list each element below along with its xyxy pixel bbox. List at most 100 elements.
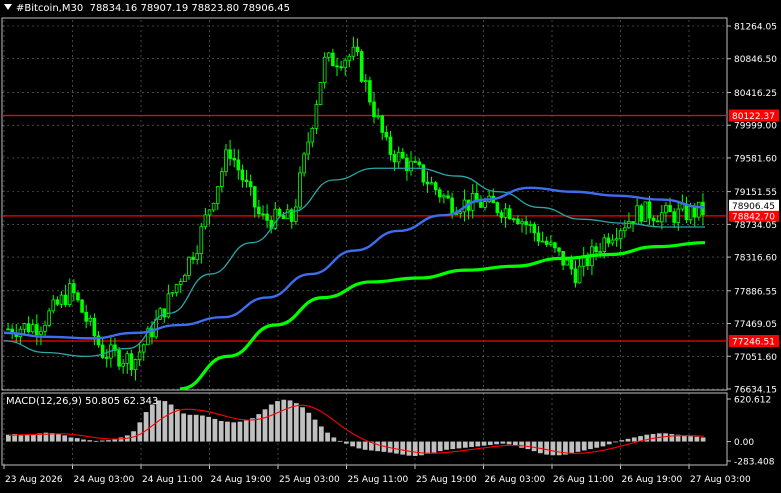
macd-bar — [231, 422, 237, 442]
macd-bar — [356, 441, 362, 449]
y-tick-label: 79999.00 — [734, 122, 777, 132]
candle-body — [565, 259, 570, 266]
macd-bar — [337, 440, 343, 442]
candle-body — [376, 115, 380, 118]
x-tick-label: 27 Aug 03:00 — [690, 475, 751, 485]
candle-body — [302, 153, 306, 174]
candle-body — [359, 51, 364, 82]
macd-bar — [475, 441, 481, 447]
candle-body — [532, 224, 537, 234]
candle-body — [67, 283, 72, 305]
candle-body — [51, 299, 56, 312]
candle-body — [88, 317, 93, 322]
candle-body — [244, 179, 249, 183]
candle-body — [224, 149, 228, 172]
candle-body — [298, 172, 302, 208]
candle-body — [557, 247, 561, 252]
y-tick-label: 78316.60 — [734, 254, 777, 264]
macd-bar — [594, 441, 600, 448]
candle-body — [228, 149, 232, 159]
candle-body — [569, 259, 574, 270]
macd-bar — [613, 441, 618, 443]
y-tick-label: 80416.25 — [734, 89, 777, 99]
y-tick-label: 77469.05 — [734, 320, 777, 330]
macd-bar — [581, 441, 587, 451]
candle-body — [409, 160, 413, 172]
macd-y-tick-label: 620.612 — [734, 396, 771, 406]
candle-body — [141, 344, 146, 353]
macd-bar — [306, 412, 312, 442]
candle-body — [655, 220, 660, 223]
moving-average-line — [3, 186, 706, 340]
y-tick-label: 79581.60 — [734, 154, 777, 164]
candle-body — [158, 308, 162, 320]
candle-body — [310, 127, 315, 143]
candle-body — [281, 215, 286, 220]
macd-bar — [525, 441, 531, 450]
macd-bar — [550, 441, 556, 456]
macd-bar — [462, 441, 468, 448]
symbol: #Bitcoin — [16, 3, 59, 14]
y-tick-label: 79151.55 — [734, 188, 777, 198]
candle-body — [446, 195, 450, 199]
candle-body — [421, 164, 426, 183]
macd-bar — [362, 441, 368, 450]
candle-body — [339, 66, 343, 69]
macd-bar — [437, 441, 443, 452]
candle-body — [433, 182, 438, 191]
macd-bar — [56, 434, 61, 442]
candle-body — [248, 181, 253, 188]
ohlc-values: 78834.16 78907.19 78823.80 78906.45 — [89, 3, 290, 14]
candle-body — [35, 324, 39, 335]
candle-body — [170, 292, 175, 295]
candle-body — [84, 311, 88, 322]
macd-bar — [118, 437, 124, 442]
candle-body — [183, 274, 187, 283]
time-axis[interactable]: 23 Aug 2026 24 Aug 03:00 24 Aug 11:00 24 Au… — [3, 465, 751, 485]
macd-bar — [162, 401, 168, 442]
candle-body — [672, 211, 676, 223]
x-tick-label: 24 Aug 11:00 — [142, 475, 203, 485]
candle-body — [676, 208, 681, 223]
candle-body — [363, 80, 368, 82]
trading-chart[interactable]: 80122.37 78842.70 77246.51 81264.05 80846.5… — [0, 0, 781, 489]
candle-body — [174, 284, 179, 293]
macd-bar — [312, 419, 318, 442]
candle-body — [627, 221, 631, 229]
candle-body — [384, 132, 389, 138]
chart-canvas[interactable]: 80122.3778842.7077246.51 81264.0580846.5… — [0, 0, 781, 489]
candle-body — [647, 201, 652, 219]
macd-label: MACD(12,26,9) 50.805 62.343 — [6, 396, 158, 407]
candle-body — [544, 240, 549, 245]
candle-body — [121, 362, 125, 367]
candle-body — [425, 181, 430, 185]
macd-bar — [256, 414, 262, 442]
candle-body — [392, 154, 397, 163]
macd-bar — [18, 435, 24, 442]
x-tick-label: 24 Aug 03:00 — [74, 475, 135, 485]
candle-body — [100, 344, 105, 358]
chart-header[interactable]: #Bitcoin,M30 78834.16 78907.19 78823.80 … — [4, 3, 290, 14]
y-tick-label: 77886.55 — [734, 287, 777, 297]
macd-bar — [406, 441, 412, 456]
candle-body — [540, 240, 545, 243]
candle-body — [610, 239, 615, 244]
macd-bar — [575, 441, 581, 452]
candle-body — [606, 237, 611, 244]
macd-bar — [243, 420, 249, 442]
candle-body — [195, 253, 199, 260]
dropdown-arrow-icon[interactable] — [4, 4, 12, 10]
candle-body — [643, 201, 648, 222]
x-tick-label: 26 Aug 11:00 — [553, 475, 614, 485]
x-tick-label: 26 Aug 19:00 — [622, 475, 683, 485]
x-tick-label: 25 Aug 19:00 — [416, 475, 477, 485]
y-tick-label: 78734.05 — [734, 221, 777, 231]
macd-bar — [469, 441, 474, 448]
macd-bar — [250, 418, 255, 442]
macd-bar — [74, 438, 80, 442]
candle-body — [413, 160, 417, 163]
y-tick-label: 76634.15 — [734, 386, 777, 396]
candle-body — [577, 265, 582, 284]
macd-bar — [588, 441, 593, 450]
candle-body — [187, 256, 191, 276]
